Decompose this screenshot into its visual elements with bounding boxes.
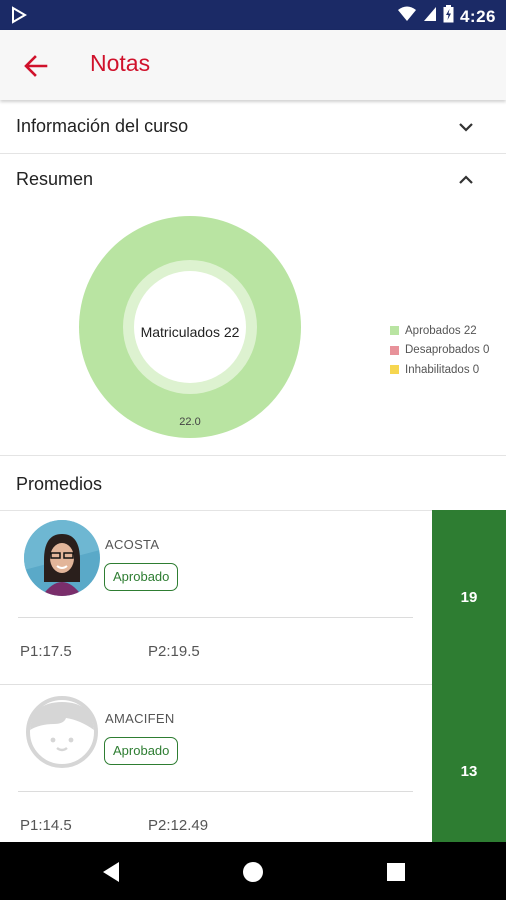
home-circle-icon[interactable] [242,861,264,888]
chart-legend: Aprobados 22 Desaprobados 0 Inhabilitados … [390,321,489,380]
summary-chart-area: Matriculados 22 22.0 Aprobados 22 Desapro… [0,205,506,456]
final-grade: 13 [432,684,506,858]
partial-grade-p2: P2:12.49 [148,817,209,834]
partial-grade-p1: P1:17.5 [20,643,72,660]
course-info-label: Información del curso [16,116,189,136]
legend-item: Inhabilitados 0 [390,360,489,380]
status-bar: 4:26 [0,0,506,30]
course-info-section[interactable]: Información del curso [0,101,506,154]
legend-swatch [390,345,399,355]
card-divider [18,791,413,792]
legend-swatch [390,365,399,375]
summary-section[interactable]: Resumen [0,154,506,206]
navigation-bar [0,842,506,900]
legend-item: Aprobados 22 [390,321,489,341]
status-badge: Aprobado [104,563,179,591]
back-arrow-icon[interactable] [22,52,50,80]
student-card[interactable]: ACOSTA Aprobado P1:17.5 P2:19.5 19 [0,510,506,685]
chevron-up-icon[interactable] [456,170,476,190]
legend-label: Desaprobados 0 [405,344,490,357]
chevron-down-icon[interactable] [456,117,476,137]
student-card[interactable]: AMACIFEN Aprobado P1:14.5 P2:12.49 13 [0,684,506,859]
legend-item: Desaprobados 0 [390,341,489,361]
final-grade: 19 [432,510,506,684]
status-badge: Aprobado [104,737,179,765]
back-triangle-icon[interactable] [101,861,121,888]
summary-label: Resumen [16,169,94,189]
averages-label: Promedios [16,474,103,494]
donut-center-label: Matriculados 22 [141,324,240,340]
student-name: AMACIFEN [105,711,175,726]
legend-label: Aprobados 22 [405,324,477,337]
card-divider [18,617,413,618]
student-avatar-photo [24,520,100,596]
page-title: Notas [90,50,151,76]
wifi-icon [397,6,417,27]
partial-grade-p2: P2:19.5 [148,643,200,660]
legend-swatch [390,326,399,336]
signal-icon [423,6,437,27]
donut-value-label: 22.0 [179,416,200,428]
recents-square-icon[interactable] [386,862,406,887]
legend-label: Inhabilitados 0 [405,363,480,376]
battery-icon [443,5,454,28]
donut-chart: Matriculados 22 22.0 [79,216,301,438]
app-bar: Notas [0,30,506,100]
averages-section: Promedios [0,456,506,511]
student-avatar-placeholder [24,694,100,770]
status-time: 4:26 [459,6,496,26]
play-store-icon [10,6,28,29]
student-name: ACOSTA [105,537,160,552]
partial-grade-p1: P1:14.5 [20,817,72,834]
